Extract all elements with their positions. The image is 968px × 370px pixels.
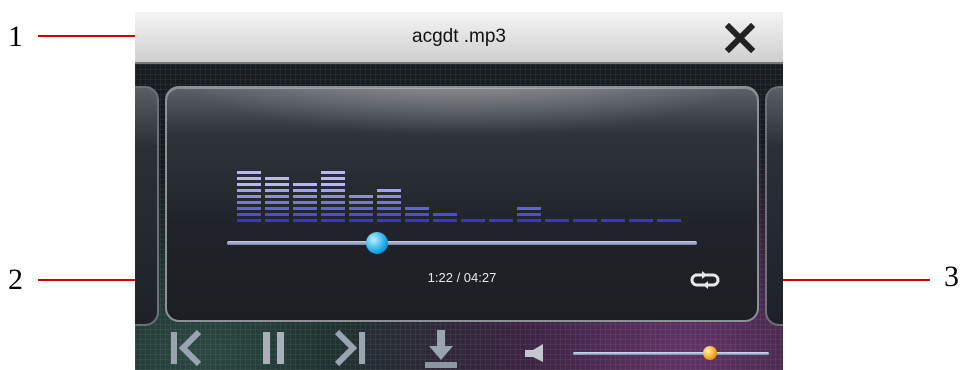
playback-controls [135,318,783,370]
speaker-icon [525,344,543,362]
equalizer-visualizer [237,160,697,222]
pause-button[interactable] [259,328,289,368]
volume-slider[interactable] [573,346,769,360]
callout-number: 2 [8,263,23,296]
seek-knob[interactable] [366,232,389,254]
equalizer-bar [601,160,625,222]
equalizer-bar [265,160,289,222]
next-icon [334,329,365,367]
download-button[interactable] [423,328,459,370]
equalizer-bar [517,160,541,222]
volume-button[interactable] [523,342,549,364]
repeat-icon [690,271,720,289]
equalizer-bar [489,160,513,222]
pause-icon [263,332,284,364]
close-icon [724,22,756,54]
equalizer-bar [573,160,597,222]
previous-button[interactable] [165,328,205,368]
card-highlight [167,88,757,136]
equalizer-bar [629,160,653,222]
track-title: acgdt .mp3 [412,26,506,47]
previous-icon [171,329,202,367]
player-screen: acgdt .mp3 1:22 / 04:27 [135,12,783,370]
close-button[interactable] [724,22,756,54]
equalizer-bar [405,160,429,222]
time-display: 1:22 / 04:27 [427,270,497,285]
repeat-button[interactable] [689,270,721,290]
equalizer-bar [349,160,373,222]
equalizer-bar [433,160,457,222]
equalizer-bar [293,160,317,222]
callout-number: 3 [944,260,959,293]
download-icon [425,330,457,368]
previous-track-card[interactable] [135,86,159,326]
equalizer-bar [237,160,261,222]
seek-bar[interactable] [227,232,697,254]
equalizer-bar [377,160,401,222]
equalizer-bar [657,160,681,222]
equalizer-bar [545,160,569,222]
equalizer-bar [321,160,345,222]
callout-number: 1 [8,20,23,53]
equalizer-bar [461,160,485,222]
next-button[interactable] [331,328,371,368]
now-playing-card: 1:22 / 04:27 [165,86,759,322]
next-track-card[interactable] [765,86,783,326]
title-bar: acgdt .mp3 [135,12,783,64]
volume-knob[interactable] [703,346,718,360]
